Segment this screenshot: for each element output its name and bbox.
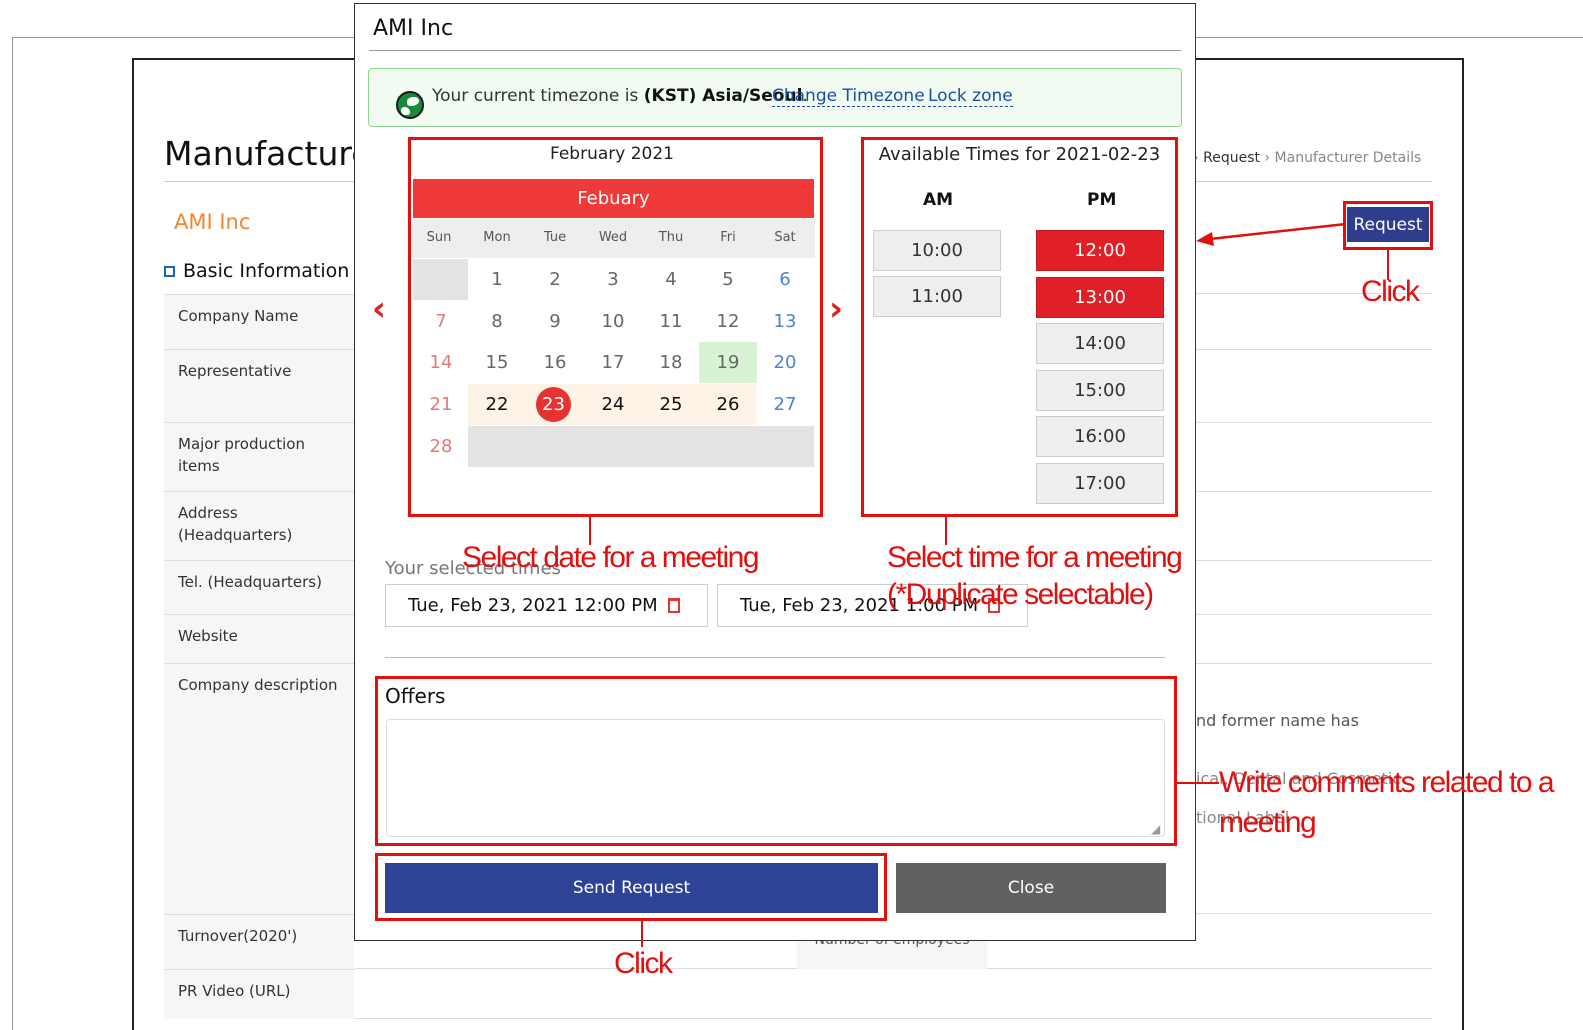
change-timezone-link[interactable]: Change Timezone: [772, 86, 925, 107]
annotation-box-offers: [375, 676, 1177, 846]
description-text-1: nd former name has: [1196, 711, 1359, 730]
timezone-text: Your current timezone is (KST) Asia/Seou…: [432, 86, 808, 106]
modal-section-divider: [385, 657, 1165, 658]
annotation-arrow: [1196, 222, 1347, 246]
close-button[interactable]: Close: [896, 863, 1166, 913]
trash-icon[interactable]: [667, 598, 680, 613]
annotation-click-request: Click: [1361, 275, 1420, 308]
row-label-company-name: Company Name: [164, 294, 354, 349]
row-label-address: Address (Headquarters): [164, 491, 354, 560]
annotation-select-time: Select time for a meeting: [887, 541, 1183, 574]
annotation-box-times: [861, 137, 1178, 517]
breadcrumb: e › Request › Manufacturer Details: [1180, 150, 1421, 166]
breadcrumb-item-details: Manufacturer Details: [1274, 150, 1422, 166]
annotation-leader: [1177, 782, 1219, 784]
row-divider: [354, 1018, 1432, 1019]
page-title: Manufacture: [164, 134, 372, 173]
arrow-head-icon: [1196, 232, 1214, 246]
section-heading: Basic Information: [164, 260, 349, 282]
annotation-box-request: [1343, 201, 1433, 250]
chevron-right-icon: ›: [1264, 150, 1275, 166]
row-label-website: Website: [164, 614, 354, 663]
row-label-tel: Tel. (Headquarters): [164, 560, 354, 614]
annotation-box-calendar: [408, 137, 823, 517]
annotation-leader: [641, 921, 643, 947]
calendar-prev-icon[interactable]: ‹: [372, 289, 386, 329]
modal-title: AMI Inc: [373, 16, 454, 41]
lock-zone-link[interactable]: Lock zone: [928, 86, 1013, 107]
arrow-shaft: [1209, 222, 1347, 241]
row-label-major-items: Major production items: [164, 422, 354, 491]
timezone-prefix: Your current timezone is: [432, 86, 644, 106]
annotation-write-comments: Write comments related to a: [1219, 766, 1555, 799]
row-label-pr-video: PR Video (URL): [164, 969, 354, 1019]
row-label-representative: Representative: [164, 349, 354, 422]
breadcrumb-item-request[interactable]: Request: [1203, 150, 1260, 166]
annotation-select-date: Select date for a meeting: [462, 541, 760, 574]
square-bullet-icon: [164, 265, 175, 277]
selected-time-text: Tue, Feb 23, 2021 12:00 PM: [408, 595, 658, 616]
annotation-click-send: Click: [614, 947, 673, 980]
modal-title-divider: [369, 50, 1181, 51]
annotation-box-send: [375, 853, 887, 921]
annotation-write-comments-2: meeting: [1219, 806, 1317, 839]
selected-time-chip: Tue, Feb 23, 2021 12:00 PM: [385, 584, 708, 627]
calendar-next-icon[interactable]: ›: [829, 289, 843, 329]
company-heading: AMI Inc: [174, 210, 251, 234]
section-heading-label: Basic Information: [183, 260, 350, 282]
row-label-description: Company description: [164, 663, 354, 914]
row-label-turnover: Turnover(2020'): [164, 914, 354, 969]
globe-icon: [396, 91, 424, 119]
annotation-duplicate: (*Duplicate selectable): [887, 578, 1154, 611]
